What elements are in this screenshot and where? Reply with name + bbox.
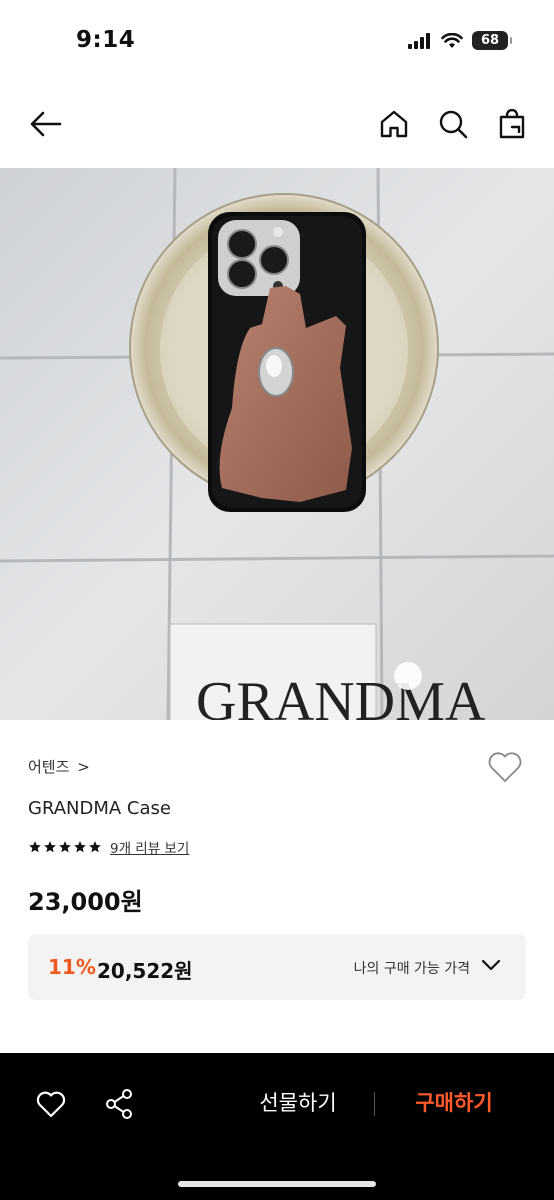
- chevron-down-icon: [481, 959, 501, 971]
- product-name: GRANDMA Case: [28, 798, 171, 819]
- product-image-label: GRANDMA: [196, 671, 486, 720]
- arrow-left-icon: [30, 111, 62, 137]
- back-button[interactable]: [25, 104, 65, 144]
- home-icon: [380, 110, 408, 138]
- bottom-action-bar: 선물하기 구매하기: [0, 1053, 554, 1200]
- wifi-icon: [441, 32, 463, 48]
- review-link[interactable]: 9개 리뷰 보기: [110, 837, 189, 857]
- brand-name: 어텐즈: [28, 758, 70, 776]
- button-divider: [374, 1092, 375, 1116]
- star-icon: [89, 841, 101, 853]
- buy-button[interactable]: 구매하기: [386, 1087, 522, 1117]
- discount-price: 20,522원: [97, 959, 193, 983]
- status-time: 9:14: [76, 27, 136, 53]
- star-icon: [59, 841, 71, 853]
- status-bar: 9:14 68: [0, 0, 554, 80]
- product-image[interactable]: GRANDMA: [0, 168, 554, 720]
- brand-chevron-icon: >: [77, 758, 90, 776]
- search-button[interactable]: [433, 104, 473, 144]
- cart-button[interactable]: [492, 104, 532, 144]
- signal-icon: [408, 32, 430, 49]
- star-icon: [44, 841, 56, 853]
- top-nav-bar: [0, 80, 554, 170]
- shopping-bag-icon: [499, 109, 525, 139]
- rating-row: 9개 리뷰 보기: [28, 837, 189, 857]
- wishlist-button[interactable]: [486, 750, 526, 790]
- my-price-label: 나의 구매 가능 가격: [353, 961, 470, 977]
- gift-button[interactable]: 선물하기: [230, 1087, 366, 1117]
- share-icon: [106, 1089, 132, 1119]
- bottom-wish-button[interactable]: [31, 1084, 71, 1124]
- share-button[interactable]: [99, 1084, 139, 1124]
- home-indicator[interactable]: [178, 1181, 376, 1187]
- my-price-box[interactable]: 11% 20,522원 나의 구매 가능 가격: [28, 934, 526, 1000]
- brand-link[interactable]: 어텐즈 >: [28, 756, 90, 777]
- home-button[interactable]: [374, 104, 414, 144]
- product-photo: GRANDMA: [0, 168, 554, 720]
- rating-stars: [28, 840, 102, 854]
- search-icon: [439, 110, 468, 139]
- battery-indicator: 68: [472, 31, 512, 50]
- star-icon: [29, 841, 41, 853]
- star-icon: [74, 841, 86, 853]
- heart-icon: [36, 1091, 66, 1118]
- discount-percent: 11%: [48, 955, 96, 979]
- battery-level: 68: [480, 33, 500, 48]
- status-icons: 68: [408, 31, 512, 50]
- heart-outline-icon: [488, 752, 522, 782]
- product-price: 23,000원: [28, 888, 143, 916]
